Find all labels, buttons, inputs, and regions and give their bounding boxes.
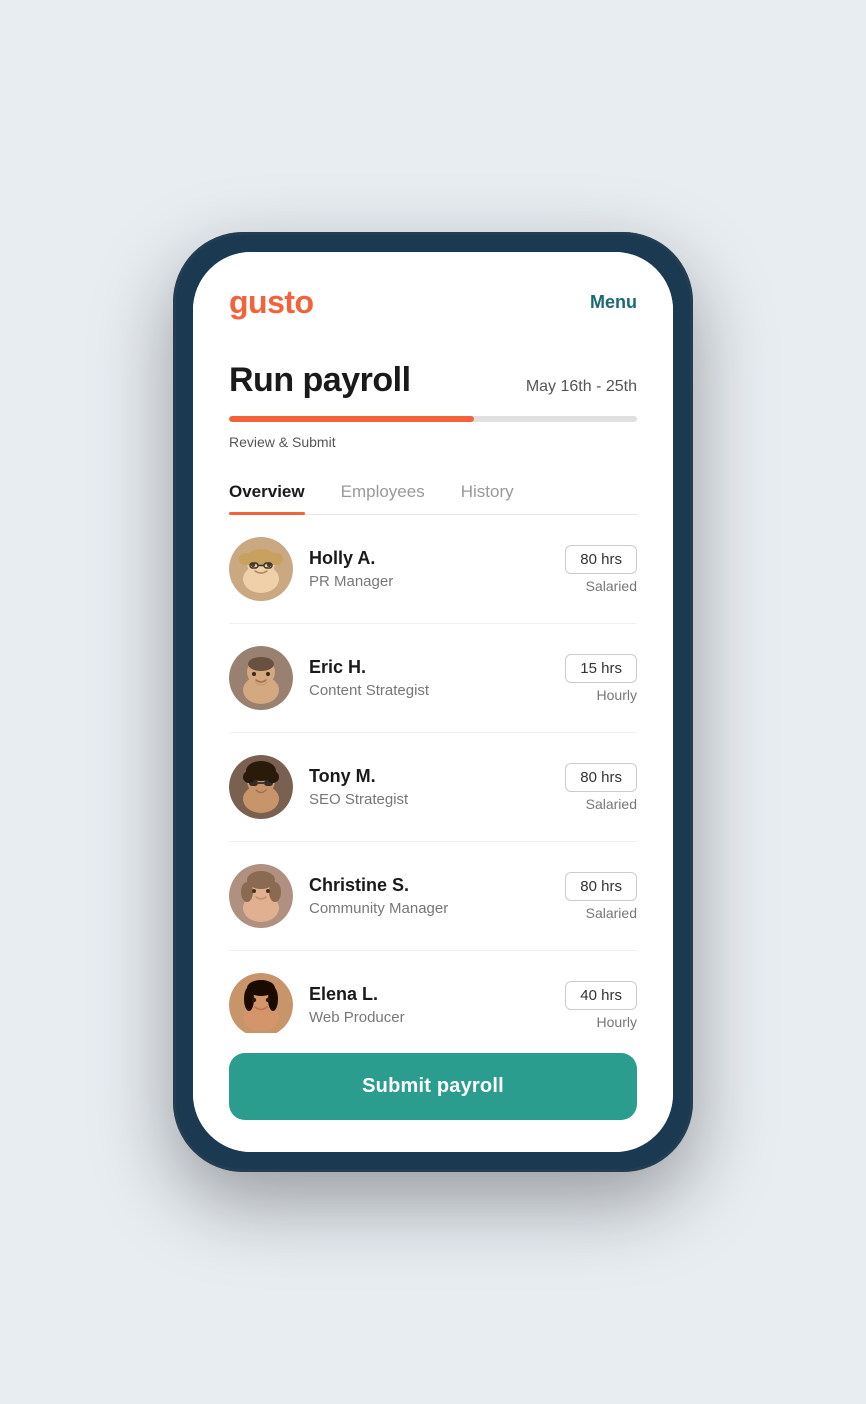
employee-name: Christine S.	[309, 875, 549, 896]
employee-item[interactable]: Holly A. PR Manager 80 hrs Salaried	[229, 515, 637, 624]
menu-button[interactable]: Menu	[590, 292, 637, 313]
employee-role: Community Manager	[309, 900, 549, 917]
phone-frame: gusto Menu Run payroll May 16th - 25th R…	[173, 232, 693, 1172]
employee-item[interactable]: Christine S. Community Manager 80 hrs Sa…	[229, 842, 637, 951]
submit-payroll-button[interactable]: Submit payroll	[229, 1053, 637, 1120]
submit-area: Submit payroll	[193, 1033, 673, 1152]
app-logo: gusto	[229, 284, 314, 321]
date-range: May 16th - 25th	[526, 378, 637, 396]
pay-type: Salaried	[586, 796, 637, 812]
hours-badge: 15 hrs	[565, 654, 637, 683]
employee-info: Christine S. Community Manager	[309, 875, 549, 917]
main-content: Run payroll May 16th - 25th Review & Sub…	[193, 337, 673, 1033]
pay-type: Salaried	[586, 578, 637, 594]
avatar	[229, 646, 293, 710]
employee-role: SEO Strategist	[309, 791, 549, 808]
progress-bar	[229, 416, 637, 422]
employee-list: Holly A. PR Manager 80 hrs Salaried	[229, 515, 637, 1033]
tab-history[interactable]: History	[461, 470, 514, 514]
tab-overview[interactable]: Overview	[229, 470, 305, 514]
hours-badge: 80 hrs	[565, 763, 637, 792]
app-header: gusto Menu	[193, 252, 673, 337]
employee-name: Tony M.	[309, 766, 549, 787]
avatar	[229, 537, 293, 601]
page-title: Run payroll	[229, 361, 411, 400]
tab-employees[interactable]: Employees	[341, 470, 425, 514]
pay-type: Salaried	[586, 905, 637, 921]
hours-block: 80 hrs Salaried	[565, 763, 637, 812]
hours-block: 15 hrs Hourly	[565, 654, 637, 703]
pay-type: Hourly	[597, 1014, 637, 1030]
hours-badge: 40 hrs	[565, 981, 637, 1010]
progress-fill	[229, 416, 474, 422]
employee-role: Web Producer	[309, 1009, 549, 1026]
employee-name: Elena L.	[309, 984, 549, 1005]
avatar	[229, 864, 293, 928]
employee-item[interactable]: Elena L. Web Producer 40 hrs Hourly	[229, 951, 637, 1033]
hours-block: 80 hrs Salaried	[565, 872, 637, 921]
employee-item[interactable]: Tony M. SEO Strategist 80 hrs Salaried	[229, 733, 637, 842]
hours-badge: 80 hrs	[565, 545, 637, 574]
pay-type: Hourly	[597, 687, 637, 703]
tab-bar: Overview Employees History	[229, 470, 637, 515]
employee-item[interactable]: Eric H. Content Strategist 15 hrs Hourly	[229, 624, 637, 733]
avatar	[229, 755, 293, 819]
employee-name: Holly A.	[309, 548, 549, 569]
hours-badge: 80 hrs	[565, 872, 637, 901]
employee-info: Tony M. SEO Strategist	[309, 766, 549, 808]
employee-info: Eric H. Content Strategist	[309, 657, 549, 699]
progress-label: Review & Submit	[229, 434, 637, 450]
employee-role: Content Strategist	[309, 682, 549, 699]
phone-screen: gusto Menu Run payroll May 16th - 25th R…	[193, 252, 673, 1152]
employee-info: Elena L. Web Producer	[309, 984, 549, 1026]
employee-info: Holly A. PR Manager	[309, 548, 549, 590]
avatar	[229, 973, 293, 1033]
page-title-row: Run payroll May 16th - 25th	[229, 361, 637, 400]
employee-role: PR Manager	[309, 573, 549, 590]
hours-block: 80 hrs Salaried	[565, 545, 637, 594]
employee-name: Eric H.	[309, 657, 549, 678]
hours-block: 40 hrs Hourly	[565, 981, 637, 1030]
